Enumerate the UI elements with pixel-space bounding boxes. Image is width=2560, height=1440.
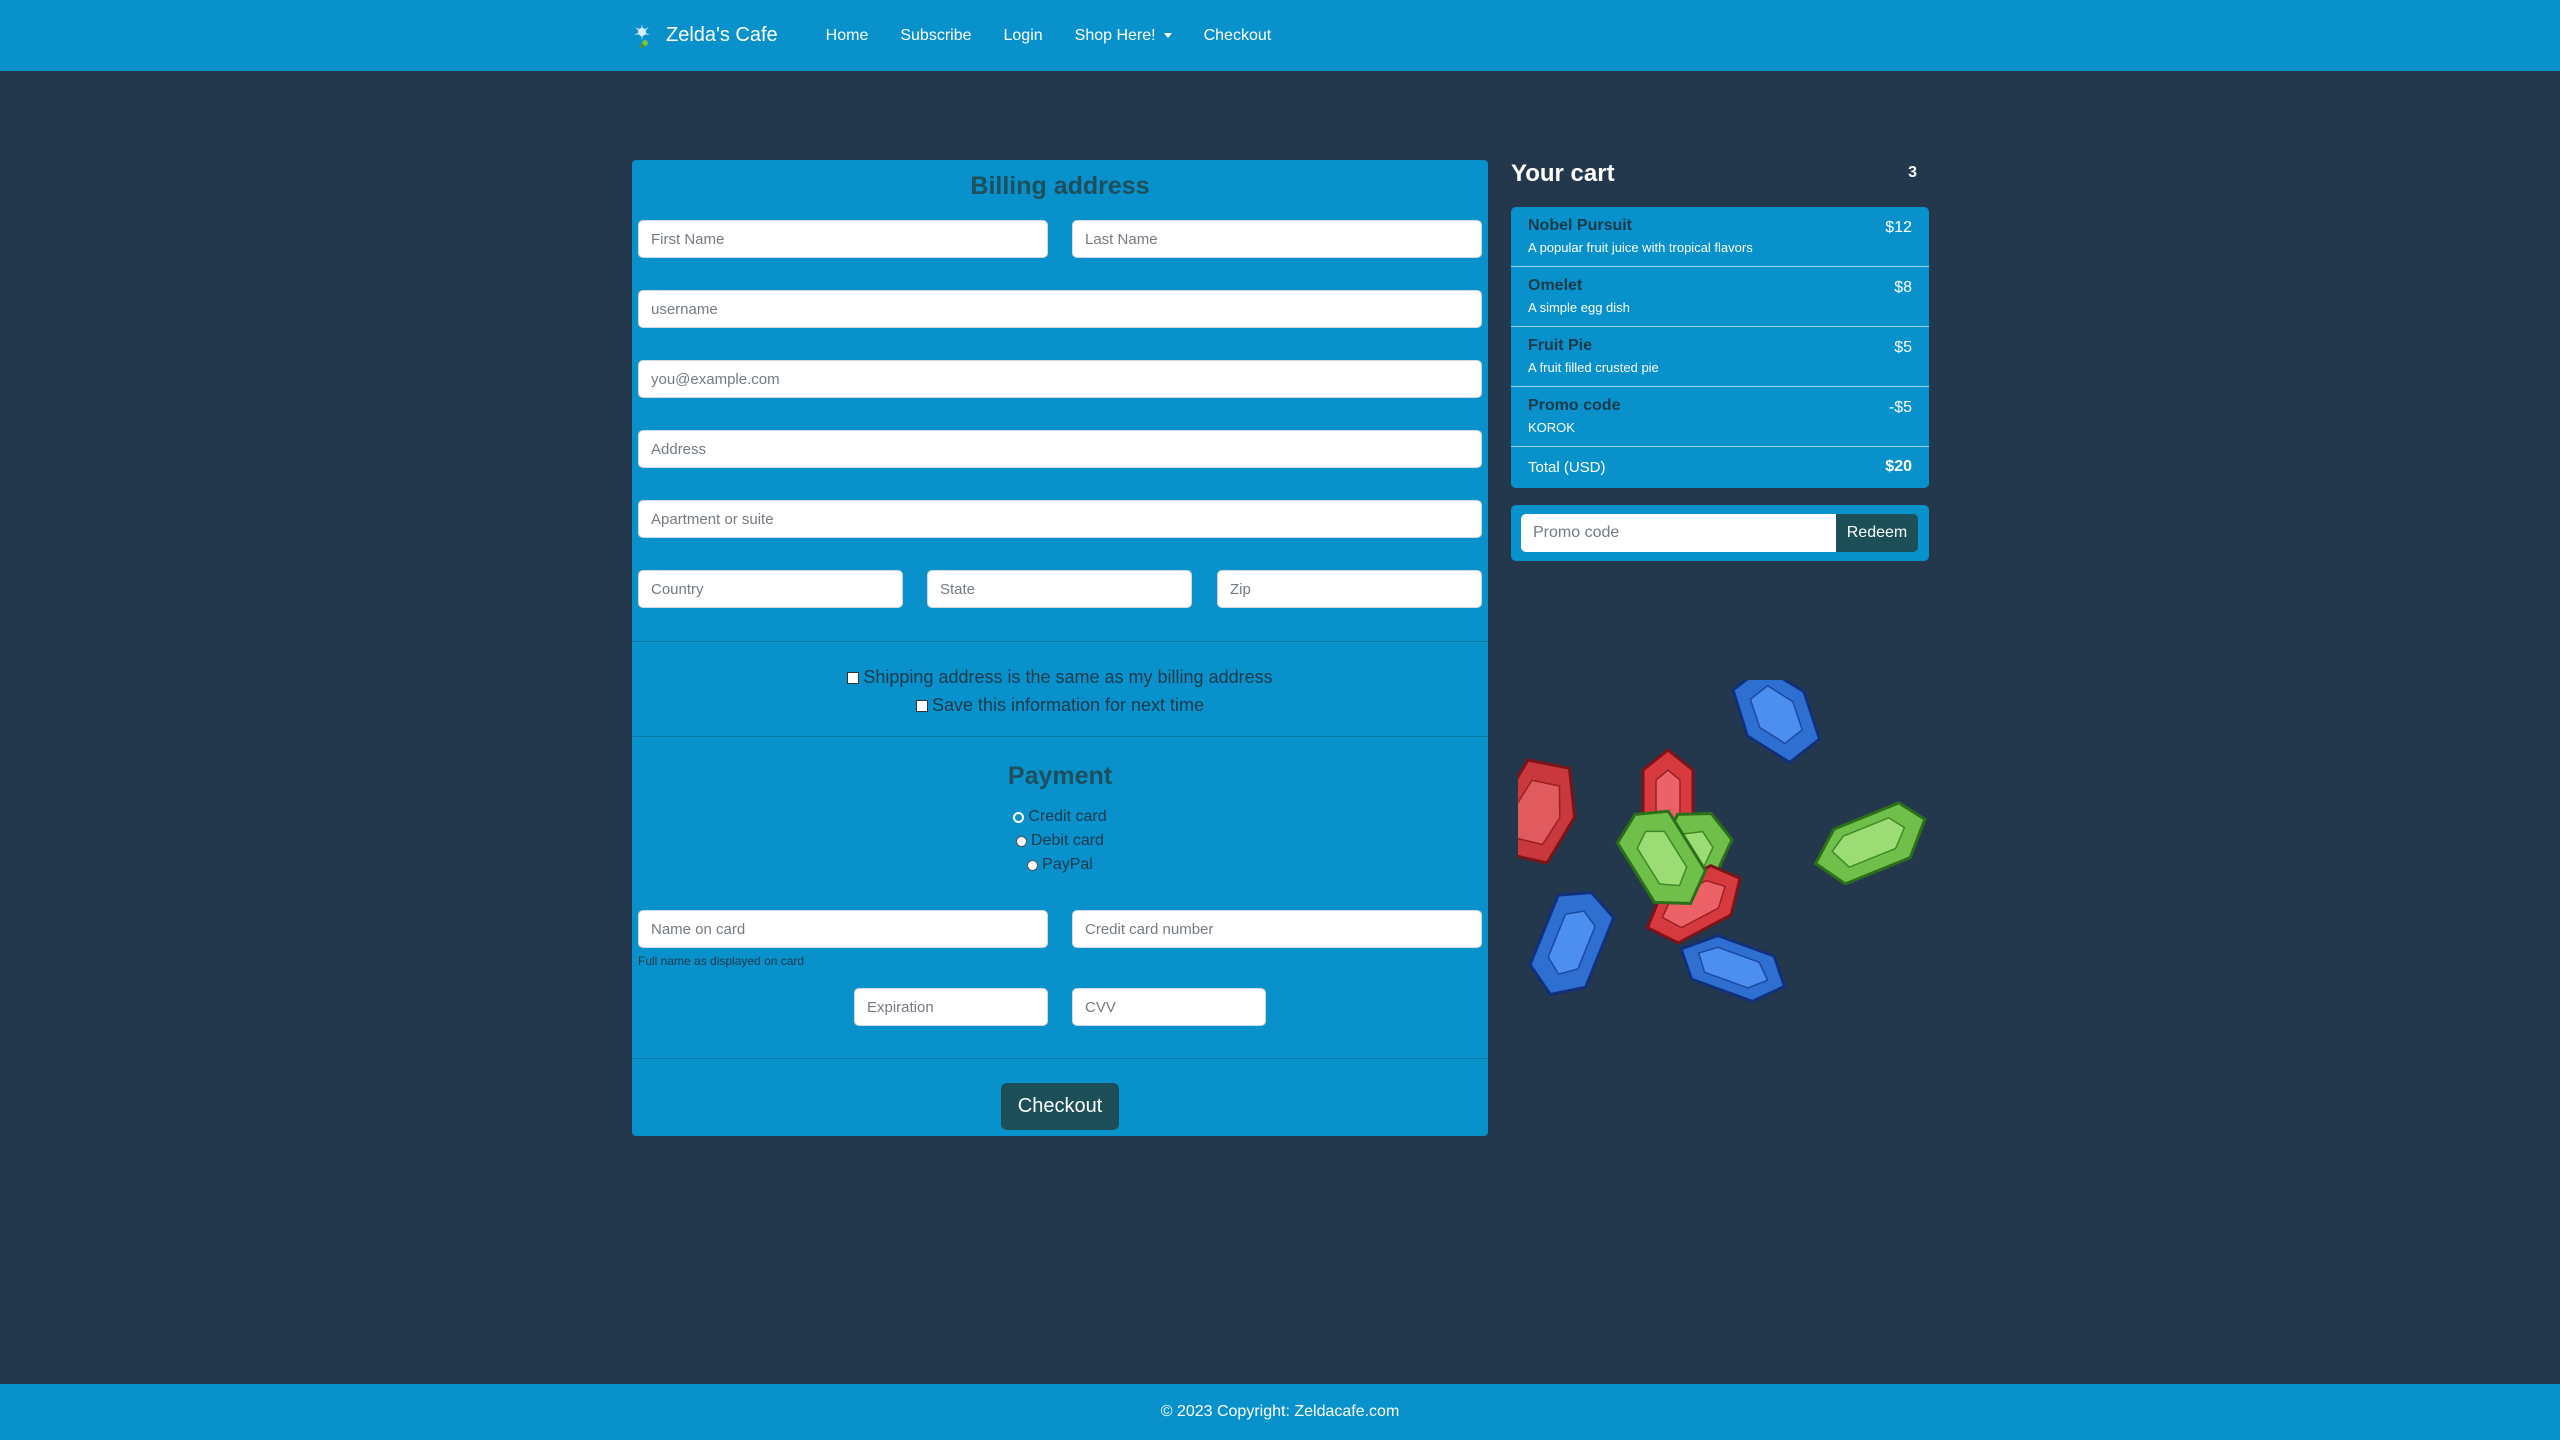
cvv-input[interactable]: CVV (1072, 988, 1266, 1026)
name-on-card-input[interactable]: Name on card (638, 910, 1048, 948)
save-info-checkbox[interactable] (915, 699, 928, 712)
cart-count-badge: 3 (1908, 164, 1917, 181)
promo-code-input[interactable]: Promo code (1521, 514, 1846, 552)
radio-debit-row: Debit card (632, 832, 1488, 850)
brand-name: Zelda's Cafe (666, 24, 778, 46)
save-info-label: Save this information for next time (931, 695, 1205, 715)
cart-promo-code: KOROK (1528, 420, 1575, 435)
cart-item-desc: A simple egg dish (1528, 300, 1630, 315)
state-input[interactable]: State (927, 570, 1192, 608)
same-address-row: Shipping address is the same as my billi… (632, 667, 1488, 688)
fairy-logo-icon (634, 23, 650, 48)
cart-item-price: $12 (1885, 219, 1912, 236)
cart-item-name: Promo code (1528, 397, 1621, 414)
billing-form: Billing address First Name Last Name use… (632, 160, 1488, 1136)
last-name-input[interactable]: Last Name (1072, 220, 1482, 258)
cart-total-value: $20 (1885, 458, 1912, 475)
radio-paypal[interactable] (1027, 859, 1039, 871)
expiration-input[interactable]: Expiration (854, 988, 1048, 1026)
cart-total: Total (USD) $20 (1511, 447, 1929, 488)
address2-input[interactable]: Apartment or suite (638, 500, 1482, 538)
checkout-button[interactable]: Checkout (1001, 1083, 1119, 1130)
cart-item: Omelet A simple egg dish $8 (1511, 267, 1929, 327)
navbar: Zelda's Cafe Home Subscribe Login Shop H… (0, 0, 2560, 71)
cart-item-desc: A popular fruit juice with tropical flav… (1528, 240, 1753, 255)
first-name-input[interactable]: First Name (638, 220, 1048, 258)
nav-home[interactable]: Home (826, 27, 869, 45)
cart-item-promo: Promo code KOROK -$5 (1511, 387, 1929, 447)
radio-credit-card[interactable] (1013, 811, 1025, 823)
billing-title: Billing address (970, 172, 1150, 200)
cart-item: Fruit Pie A fruit filled crusted pie $5 (1511, 327, 1929, 387)
payment-title: Payment (1007, 762, 1113, 790)
username-input[interactable]: username (638, 290, 1482, 328)
nav-login[interactable]: Login (1004, 27, 1043, 45)
copyright-text: © 2023 Copyright: Zeldacafe.com (1160, 1403, 1400, 1420)
radio-paypal-row: PayPal (632, 856, 1488, 874)
nav-shop-label: Shop Here! (1074, 26, 1156, 44)
radio-credit-row: Credit card (632, 808, 1488, 826)
cart-list: Nobel Pursuit A popular fruit juice with… (1511, 207, 1929, 488)
cart-item-price: $5 (1894, 339, 1912, 356)
radio-debit-card[interactable] (1016, 835, 1028, 847)
cart-title: Your cart (1511, 160, 1615, 187)
nav-subscribe[interactable]: Subscribe (900, 27, 971, 45)
divider (632, 641, 1488, 642)
divider (632, 1058, 1488, 1059)
cart-total-label: Total (USD) (1528, 459, 1606, 476)
nav-shop-dropdown[interactable]: Shop Here! (1075, 27, 1172, 45)
cart-item-price: $8 (1894, 279, 1912, 296)
zip-input[interactable]: Zip (1217, 570, 1482, 608)
same-address-checkbox[interactable] (847, 671, 860, 684)
divider (632, 736, 1488, 737)
footer: © 2023 Copyright: Zeldacafe.com (0, 1384, 2560, 1440)
radio-credit-label: Credit card (1028, 808, 1107, 825)
rupees-image (1518, 680, 1927, 1003)
save-info-row: Save this information for next time (632, 695, 1488, 716)
cart-item-name: Nobel Pursuit (1528, 217, 1633, 234)
same-address-label: Shipping address is the same as my billi… (863, 667, 1273, 687)
cart-item-price: -$5 (1888, 399, 1912, 416)
nav-checkout[interactable]: Checkout (1204, 27, 1272, 45)
radio-paypal-label: PayPal (1042, 856, 1093, 873)
email-input[interactable]: you@example.com (638, 360, 1482, 398)
cart-item-name: Fruit Pie (1528, 337, 1593, 354)
redeem-button[interactable]: Redeem (1836, 514, 1918, 552)
cart-item-name: Omelet (1528, 277, 1583, 294)
cart-item-desc: A fruit filled crusted pie (1528, 360, 1659, 375)
card-number-input[interactable]: Credit card number (1072, 910, 1482, 948)
radio-debit-label: Debit card (1031, 832, 1104, 849)
brand[interactable]: Zelda's Cafe (630, 21, 778, 51)
address-input[interactable]: Address (638, 430, 1482, 468)
cart-item: Nobel Pursuit A popular fruit juice with… (1511, 207, 1929, 267)
name-help-text: Full name as displayed on card (638, 954, 805, 968)
cart-header: Your cart 3 (1511, 160, 1929, 192)
caret-down-icon (1163, 33, 1172, 38)
country-input[interactable]: Country (638, 570, 903, 608)
